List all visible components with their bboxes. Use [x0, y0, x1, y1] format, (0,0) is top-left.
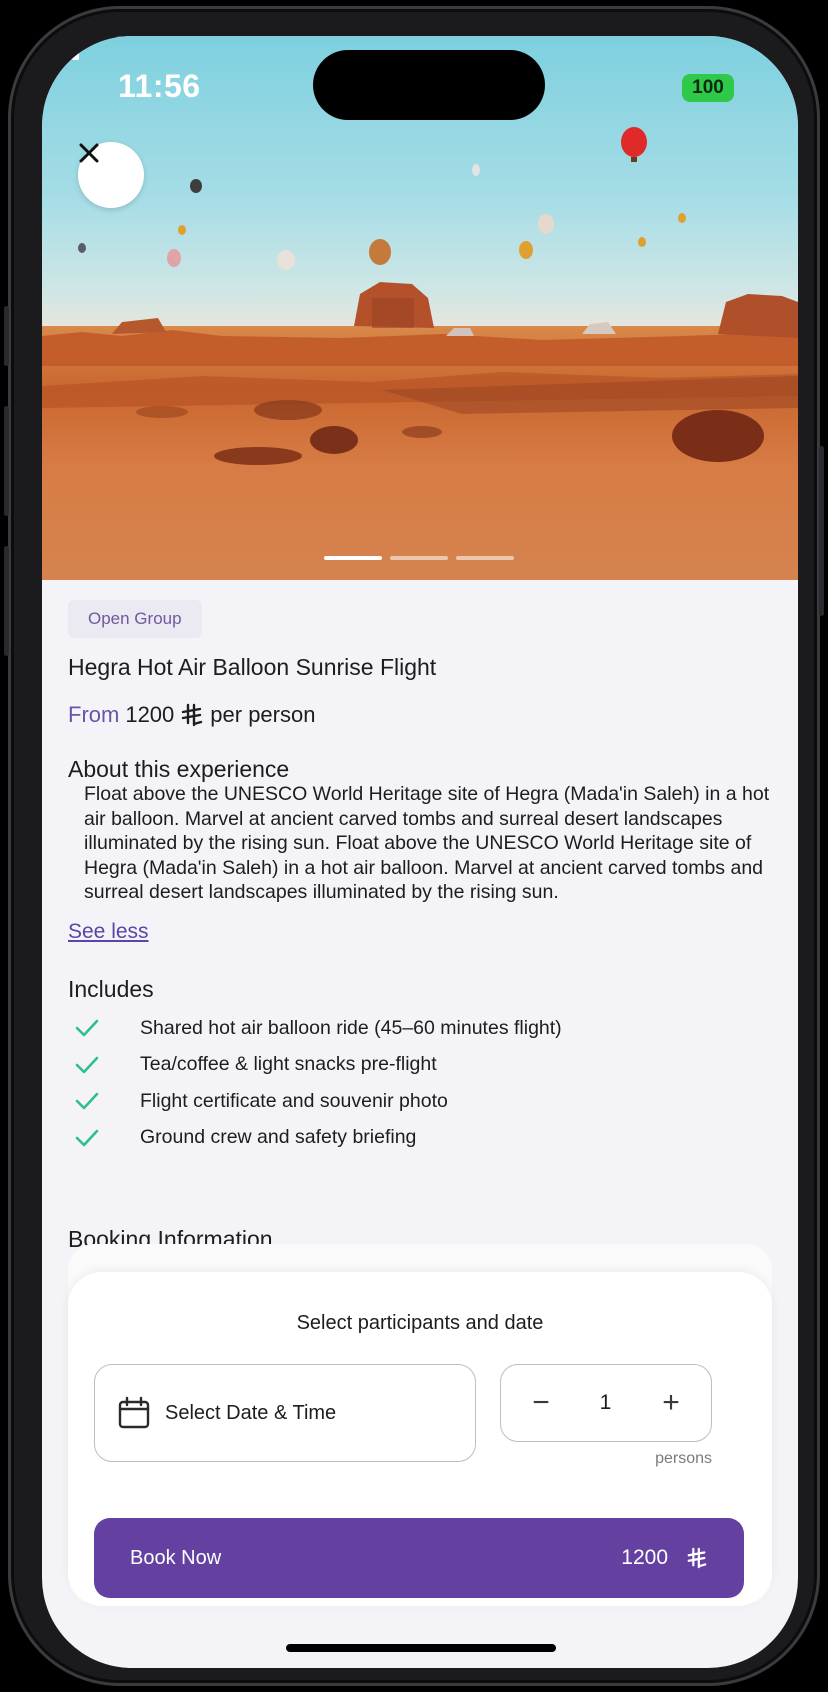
- includes-item-label: Flight certificate and souvenir photo: [140, 1089, 448, 1112]
- book-now-price: 1200: [621, 1546, 668, 1569]
- close-icon: [79, 143, 99, 163]
- riyal-icon: [182, 703, 203, 727]
- includes-heading: Includes: [68, 976, 154, 1002]
- about-description: Float above the UNESCO World Heritage si…: [84, 783, 770, 903]
- price-line: From 1200 per person: [68, 702, 315, 728]
- participants-stepper: − 1 +: [500, 1364, 712, 1442]
- hero-image-carousel[interactable]: 11:56 100: [42, 36, 798, 580]
- booking-card: Select participants and date Select Date…: [68, 1272, 772, 1606]
- carousel-pagination: [324, 556, 514, 560]
- price-unit: per person: [210, 702, 316, 727]
- riyal-icon: [687, 1547, 707, 1569]
- book-now-button[interactable]: Book Now 1200: [94, 1518, 744, 1598]
- dynamic-island: [313, 50, 545, 120]
- check-icon: [75, 1129, 99, 1147]
- includes-item: Shared hot air balloon ride (45–60 minut…: [68, 1010, 562, 1047]
- check-icon: [75, 1019, 99, 1037]
- battery-indicator: 100: [682, 74, 734, 102]
- includes-item: Flight certificate and souvenir photo: [68, 1083, 562, 1120]
- check-icon: [75, 1092, 99, 1110]
- volume-down-button: [4, 546, 9, 656]
- includes-item-label: Shared hot air balloon ride (45–60 minut…: [140, 1016, 562, 1039]
- see-less-link[interactable]: See less: [68, 920, 149, 944]
- includes-list: Shared hot air balloon ride (45–60 minut…: [68, 1010, 562, 1156]
- phone-frame: 11:56 100 Open Group Hegra Hot Air Ballo…: [4, 6, 824, 1686]
- status-time: 11:56: [118, 68, 201, 104]
- includes-item: Ground crew and safety briefing: [68, 1120, 562, 1157]
- app-screen: 11:56 100 Open Group Hegra Hot Air Ballo…: [42, 36, 798, 1668]
- select-date-time-button[interactable]: Select Date & Time: [94, 1364, 476, 1462]
- includes-item-label: Tea/coffee & light snacks pre-flight: [140, 1053, 437, 1076]
- status-bar: 11:56 100: [42, 36, 798, 136]
- close-button[interactable]: [78, 142, 144, 208]
- group-type-badge: Open Group: [68, 600, 202, 638]
- check-icon: [75, 1056, 99, 1074]
- participants-unit-label: persons: [655, 1450, 712, 1467]
- increase-participants-button[interactable]: +: [639, 1365, 703, 1440]
- booking-card-title: Select participants and date: [296, 1312, 544, 1334]
- volume-up-button: [4, 406, 9, 516]
- includes-item-label: Ground crew and safety briefing: [140, 1126, 417, 1149]
- price-from-label: From: [68, 702, 120, 727]
- includes-item: Tea/coffee & light snacks pre-flight: [68, 1047, 562, 1084]
- experience-title: Hegra Hot Air Balloon Sunrise Flight: [68, 654, 437, 680]
- home-indicator[interactable]: [286, 1644, 556, 1652]
- carousel-dot-active[interactable]: [324, 556, 382, 560]
- about-heading: About this experience: [68, 756, 290, 782]
- book-now-label: Book Now: [130, 1546, 222, 1569]
- mute-switch: [4, 306, 9, 366]
- power-button: [819, 446, 824, 616]
- carousel-dot[interactable]: [390, 556, 448, 560]
- price-value: 1200: [125, 702, 175, 727]
- wifi-icon: [44, 39, 74, 62]
- carousel-dot[interactable]: [456, 556, 514, 560]
- select-date-time-label: Select Date & Time: [165, 1401, 337, 1424]
- calendar-icon: [118, 1396, 150, 1429]
